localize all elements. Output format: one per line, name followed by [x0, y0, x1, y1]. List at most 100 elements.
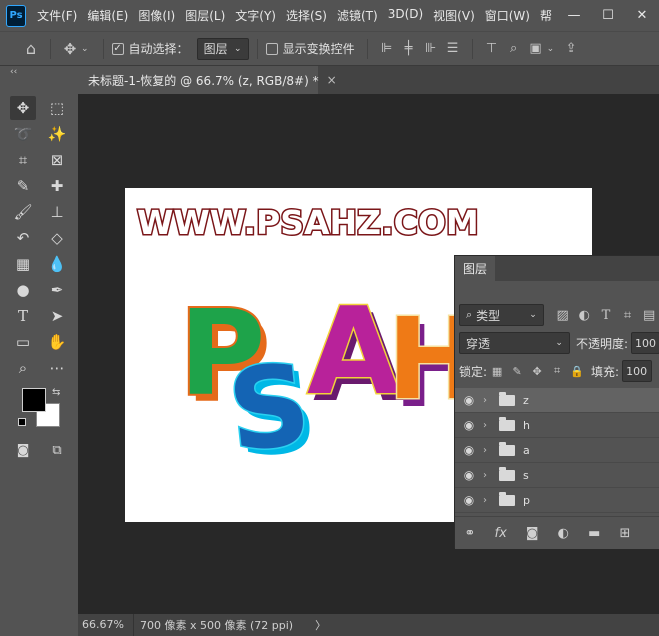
adjustment-layer-icon[interactable]: ◐ [558, 526, 569, 541]
align-center-icon[interactable]: ╪ [398, 41, 420, 56]
visibility-eye-icon[interactable]: ◉ [455, 468, 483, 482]
layer-row-a[interactable]: ◉ › a [455, 438, 659, 463]
visibility-eye-icon[interactable]: ◉ [455, 443, 483, 457]
chevron-right-icon[interactable]: › [483, 470, 495, 481]
layer-filter-dropdown[interactable]: ⌕ 类型 ⌄ [459, 304, 544, 326]
close-button[interactable]: ✕ [625, 0, 659, 31]
menu-3d[interactable]: 3D(D) [383, 7, 428, 24]
lock-transparent-icon[interactable]: ▦ [487, 365, 507, 378]
opacity-input[interactable]: 100 [631, 332, 659, 354]
menu-type[interactable]: 文字(Y) [230, 7, 281, 24]
dodge-tool-icon[interactable]: ● [10, 278, 36, 302]
chevron-right-icon[interactable]: › [483, 495, 495, 506]
show-transform-checkbox[interactable] [265, 42, 278, 55]
chevron-right-icon[interactable]: › [483, 395, 495, 406]
home-icon[interactable]: ⌂ [20, 39, 42, 58]
fx-icon[interactable]: fx [495, 526, 507, 541]
more-tools-icon[interactable]: ⋯ [44, 356, 70, 380]
magic-wand-icon[interactable]: ✨ [44, 122, 70, 146]
close-tab-icon[interactable]: × [327, 73, 337, 87]
chevron-right-icon[interactable]: › [483, 445, 495, 456]
layer-row-s[interactable]: ◉ › s [455, 463, 659, 488]
share-icon[interactable]: ⇪ [560, 41, 582, 56]
chevron-down-icon[interactable]: ⌄ [81, 44, 89, 54]
auto-select-target-dropdown[interactable]: 图层 ⌄ [196, 37, 249, 60]
layers-tab[interactable]: 图层 [455, 256, 496, 281]
rectangle-tool-icon[interactable]: ▭ [10, 330, 36, 354]
minimize-button[interactable]: — [557, 0, 591, 31]
healing-brush-icon[interactable]: ✚ [44, 174, 70, 198]
zoom-tool-icon[interactable]: ⌕ [10, 356, 36, 380]
stamp-tool-icon[interactable]: ⊥ [44, 200, 70, 224]
visibility-eye-icon[interactable]: ◉ [455, 493, 483, 507]
blend-mode-dropdown[interactable]: 穿透 ⌄ [459, 332, 570, 354]
menu-view[interactable]: 视图(V) [428, 7, 480, 24]
visibility-eye-icon[interactable]: ◉ [455, 418, 483, 432]
distribute-icon[interactable]: ☰ [442, 41, 464, 56]
align-left-icon[interactable]: ⊫ [376, 41, 398, 56]
align-top-icon[interactable]: ⊤ [481, 41, 503, 56]
lasso-tool-icon[interactable]: ➰ [10, 122, 36, 146]
menu-filter[interactable]: 滤镜(T) [332, 7, 383, 24]
layers-panel-header: 图层 [455, 256, 659, 281]
maximize-button[interactable]: ☐ [591, 0, 625, 31]
adjustment-filter-icon[interactable]: ◐ [573, 308, 595, 323]
document-tab[interactable]: 未标题-1-恢复的 @ 66.7% (z, RGB/8#) * × [78, 66, 337, 94]
layer-row-h[interactable]: ◉ › h [455, 413, 659, 438]
menu-help[interactable]: 帮 [535, 7, 557, 24]
move-tool-icon[interactable]: ✥ [59, 40, 81, 58]
auto-select-checkbox[interactable]: ✓ [111, 42, 124, 55]
default-colors-icon[interactable] [18, 418, 26, 426]
menu-window[interactable]: 窗口(W) [480, 7, 535, 24]
eraser-tool-icon[interactable]: ◇ [44, 226, 70, 250]
menu-layer[interactable]: 图层(L) [180, 7, 230, 24]
smart-object-filter-icon[interactable]: ▤ [638, 308, 659, 323]
lock-image-icon[interactable]: ✎ [507, 365, 527, 378]
history-brush-icon[interactable]: ↶ [10, 226, 36, 250]
menu-edit[interactable]: 编辑(E) [82, 7, 133, 24]
gradient-tool-icon[interactable]: ▦ [10, 252, 36, 276]
zoom-level[interactable]: 66.67% [78, 614, 134, 636]
marquee-tool-icon[interactable]: ⬚ [44, 96, 70, 120]
new-group-icon[interactable]: ▬ [588, 526, 600, 541]
menu-select[interactable]: 选择(S) [281, 7, 332, 24]
layer-row-p[interactable]: ◉ › p [455, 488, 659, 513]
path-select-icon[interactable]: ➤ [44, 304, 70, 328]
foreground-color-swatch[interactable] [22, 388, 46, 412]
menu-image[interactable]: 图像(I) [133, 7, 180, 24]
menu-file[interactable]: 文件(F) [32, 7, 82, 24]
lock-all-icon[interactable]: 🔒 [567, 365, 587, 378]
add-mask-icon[interactable]: ◙ [526, 526, 539, 541]
lock-position-icon[interactable]: ✥ [527, 365, 547, 378]
folder-icon [499, 416, 515, 431]
frame-tool-icon[interactable]: ⊠ [44, 148, 70, 172]
align-right-icon[interactable]: ⊪ [420, 41, 442, 56]
pixel-filter-icon[interactable]: ▨ [552, 308, 574, 323]
layer-name: a [523, 443, 530, 457]
toolbar-collapse[interactable]: ‹‹ [0, 66, 76, 78]
pen-tool-icon[interactable]: ✒ [44, 278, 70, 302]
eyedropper-icon[interactable]: ✎ [10, 174, 36, 198]
chevron-down-icon[interactable]: ⌄ [547, 44, 555, 54]
screen-mode-icon[interactable]: ⧉ [44, 438, 70, 462]
visibility-eye-icon[interactable]: ◉ [455, 393, 483, 407]
brush-tool-icon[interactable]: 🖌 [10, 200, 36, 224]
search-icon[interactable]: ⌕ [503, 41, 525, 56]
new-layer-icon[interactable]: ⊞ [619, 526, 630, 541]
chevron-right-icon[interactable]: › [483, 420, 495, 431]
type-tool-icon[interactable]: T [10, 304, 36, 328]
layer-row-z[interactable]: ◉ › z [455, 388, 659, 413]
lock-artboard-icon[interactable]: ⌗ [547, 364, 567, 378]
shape-filter-icon[interactable]: ⌗ [617, 308, 639, 323]
quick-mask-icon[interactable]: ◙ [10, 438, 36, 462]
type-filter-icon[interactable]: T [595, 308, 617, 323]
fill-input[interactable]: 100 [622, 360, 653, 382]
hand-tool-icon[interactable]: ✋ [44, 330, 70, 354]
move-tool-icon[interactable]: ✥ [10, 96, 36, 120]
blur-tool-icon[interactable]: 💧 [44, 252, 70, 276]
workspace-icon[interactable]: ▣ [525, 41, 547, 56]
status-arrow-icon[interactable]: 〉 [315, 617, 326, 633]
link-layers-icon[interactable]: ⚭ [465, 526, 476, 541]
crop-tool-icon[interactable]: ⌗ [10, 148, 36, 172]
swap-colors-icon[interactable]: ⇆ [52, 387, 60, 398]
